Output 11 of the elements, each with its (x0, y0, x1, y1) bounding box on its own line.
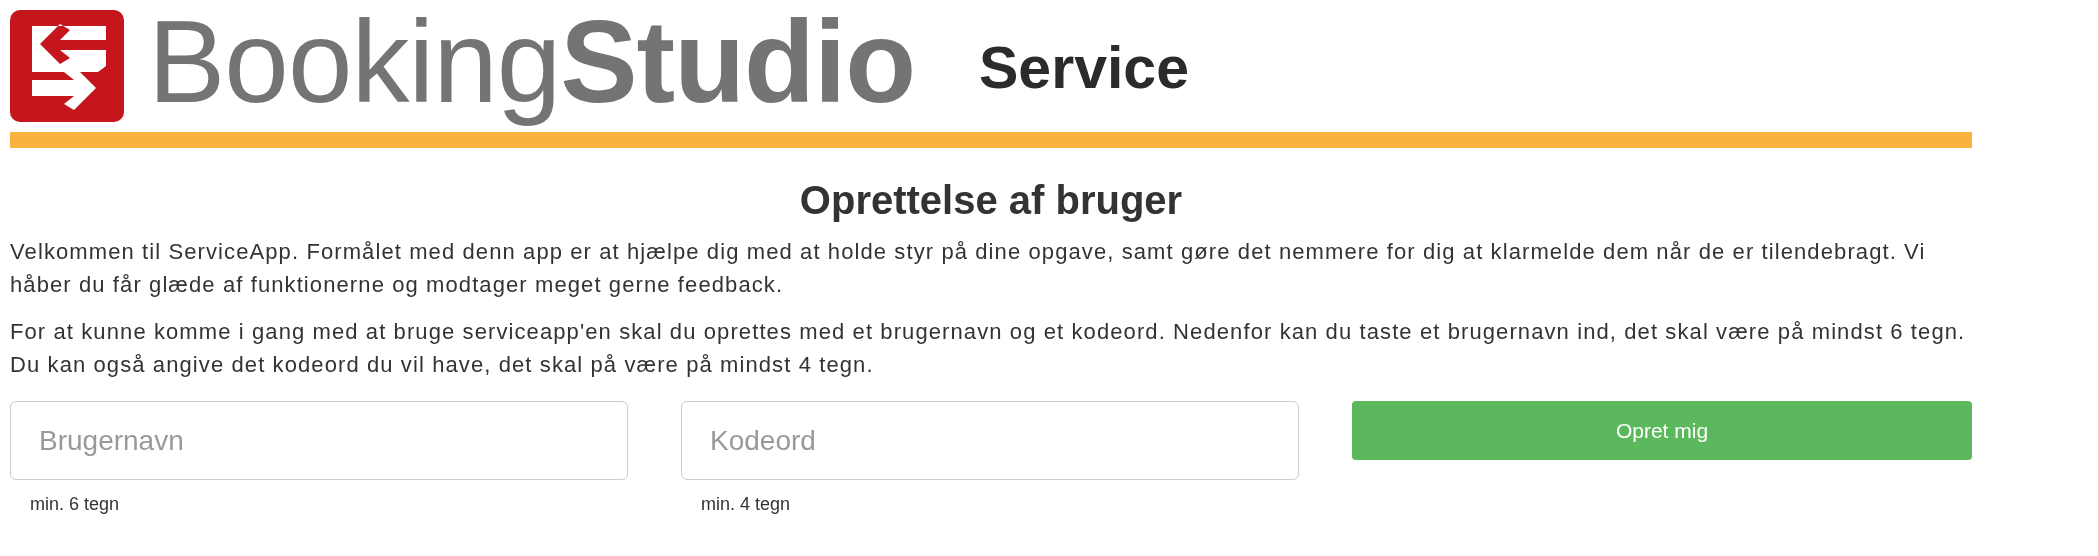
logo-text: BookingStudio (148, 0, 915, 129)
input-field[interactable]: Kodeord (681, 401, 1299, 480)
field-hint: min. 6 tegn (30, 494, 120, 515)
intro-paragraph: Velkommen til ServiceApp. Formålet med denn app er at hjælpe dig med at holde styr på dine opgave, samt gøre det nemmere for dig at klarmelde dem når de er tilendebragt. Vi håber du får glæde af funktionerne og modtager meget gerne feedback. (10, 238, 1927, 299)
page-title: Oprettelse af bruger (798, 178, 1184, 223)
intro-paragraph: For at kunne komme i gang med at bruge serviceapp'en skal du oprettes med et brugernavn og et kodeord. Nedenfor kan du taste et brugernavn ind, det skal være på mindst 6 tegn. Du kan også angive det kodeord du vil have, det skal på være på mindst 4 tegn. (10, 318, 1967, 379)
field-hint: min. 4 tegn (701, 494, 791, 515)
input-field[interactable]: Brugernavn (10, 401, 628, 480)
submit-button[interactable]: Opret mig (1352, 401, 1972, 460)
product-name: Service (979, 34, 1189, 102)
logo-icon (10, 10, 124, 122)
